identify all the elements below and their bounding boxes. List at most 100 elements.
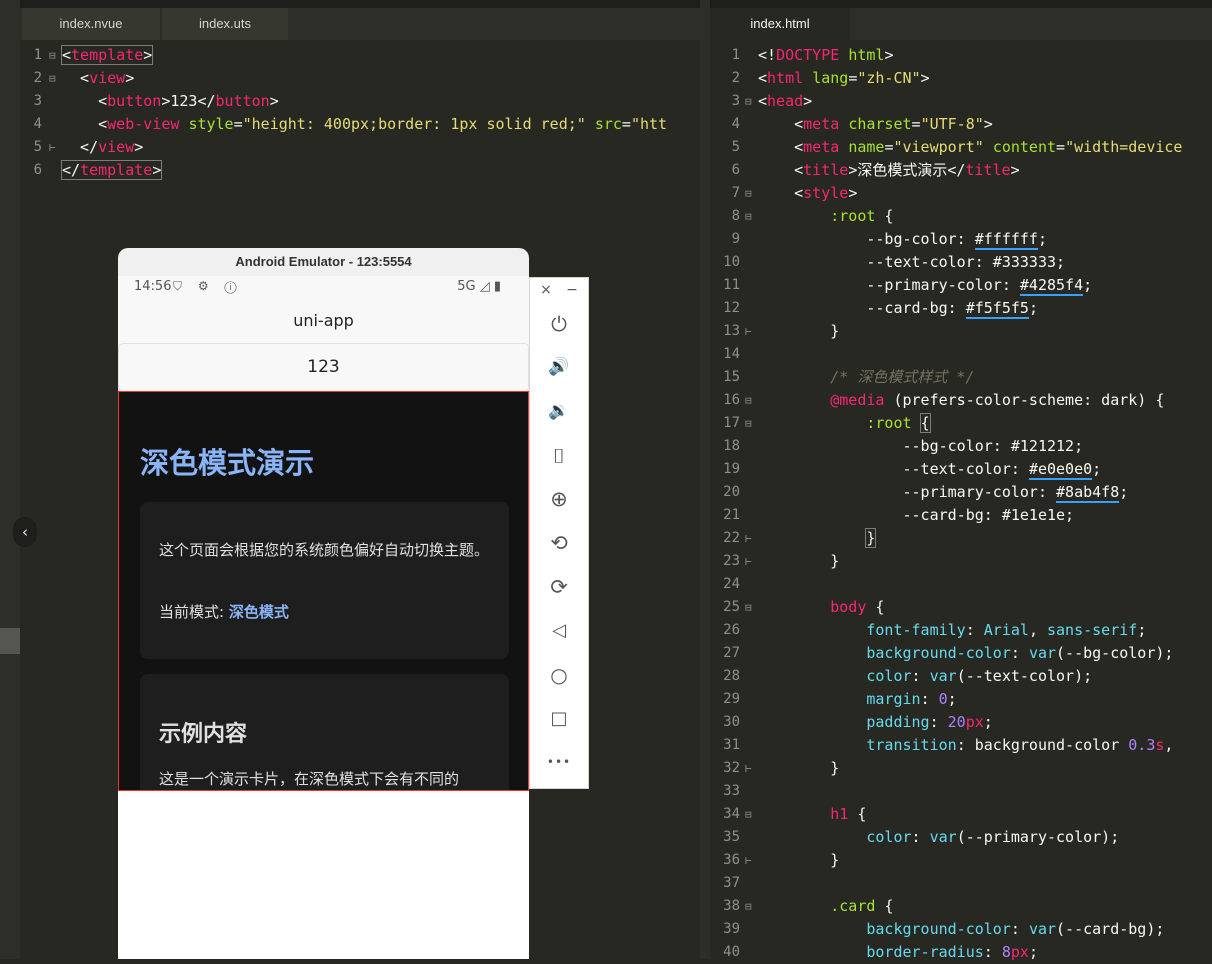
code-line[interactable]: 27 background-color: var(--bg-color); <box>710 642 1212 665</box>
code-line[interactable]: 36 ⊢ } <box>710 849 1212 872</box>
fold-toggle-icon[interactable]: ⊟ <box>49 44 56 67</box>
volume-up-icon[interactable]: 🔊 <box>530 357 588 377</box>
code-line[interactable]: 21 --card-bg: #1e1e1e; <box>710 504 1212 527</box>
line-number: 4 <box>731 116 740 132</box>
code-line[interactable]: 37 <box>710 872 1212 895</box>
fold-toggle-icon[interactable]: ⊢ <box>745 757 752 780</box>
code-text: h1 { <box>830 805 867 823</box>
volume-down-icon[interactable]: 🔉 <box>530 401 588 421</box>
line-number: 24 <box>723 576 740 592</box>
code-line[interactable]: 5 <meta name="viewport" content="width=d… <box>710 136 1212 159</box>
code-text: </view> <box>62 138 144 156</box>
back-icon[interactable]: ◁ <box>530 620 588 641</box>
code-line[interactable]: 29 margin: 0; <box>710 688 1212 711</box>
power-icon[interactable]: ⏻ <box>530 312 588 336</box>
fold-toggle-icon[interactable]: ⊟ <box>745 803 752 826</box>
code-line[interactable]: 19 --text-color: #e0e0e0; <box>710 458 1212 481</box>
rotate-right-icon[interactable]: ⟳ <box>530 575 588 599</box>
minimize-icon[interactable]: − <box>560 282 584 298</box>
code-line[interactable]: 3 ⊟ <head> <box>710 90 1212 113</box>
code-line[interactable]: 18 --bg-color: #121212; <box>710 435 1212 458</box>
code-line[interactable]: 10 --text-color: #333333; <box>710 251 1212 274</box>
code-line[interactable]: 13 ⊢ } <box>710 320 1212 343</box>
code-line[interactable]: 1 ⊟ <template> <box>20 44 700 67</box>
code-line[interactable]: 35 color: var(--primary-color); <box>710 826 1212 849</box>
code-line[interactable]: 24 <box>710 573 1212 596</box>
code-line[interactable]: 38 ⊟ .card { <box>710 895 1212 918</box>
code-text: body { <box>830 598 885 616</box>
fold-toggle-icon[interactable]: ⊟ <box>745 412 752 435</box>
code-text: <style> <box>758 184 858 202</box>
fold-toggle-icon[interactable]: ⊢ <box>745 320 752 343</box>
code-line[interactable]: 7 ⊟ <style> <box>710 182 1212 205</box>
fold-toggle-icon[interactable]: ⊢ <box>745 527 752 550</box>
fold-toggle-icon[interactable]: ⊟ <box>745 182 752 205</box>
code-line[interactable]: 5 ⊢ </view> <box>20 136 700 159</box>
code-line[interactable]: 6 </template> <box>20 159 700 182</box>
fold-toggle-icon[interactable]: ⊟ <box>49 67 56 90</box>
tab-index-nvue[interactable]: index.nvue <box>22 8 160 40</box>
line-number: 22 <box>723 530 740 546</box>
code-line[interactable]: 6 <title>深色模式演示</title> <box>710 159 1212 182</box>
fold-toggle-icon[interactable]: ⊢ <box>745 849 752 872</box>
rotate-left-icon[interactable]: ⟲ <box>530 531 588 555</box>
code-line[interactable]: 3 <button>123</button> <box>20 90 700 113</box>
code-line[interactable]: 4 <web-view style="height: 400px;border:… <box>20 113 700 136</box>
button-123[interactable]: 123 <box>118 343 529 392</box>
code-line[interactable]: 16 ⊟ @media (prefers-color-scheme: dark) … <box>710 389 1212 412</box>
code-line[interactable]: 33 <box>710 780 1212 803</box>
code-line[interactable]: 23 ⊢ } <box>710 550 1212 573</box>
card-description: 这个页面会根据您的系统颜色偏好自动切换主题。 <box>159 541 490 559</box>
fold-toggle-icon[interactable]: ⊢ <box>49 136 56 159</box>
code-line[interactable]: 26 font-family: Arial, sans-serif; <box>710 619 1212 642</box>
code-text: color: var(--primary-color); <box>866 828 1120 846</box>
code-line[interactable]: 31 transition: background-color 0.3s, <box>710 734 1212 757</box>
code-line[interactable]: 1 <!DOCTYPE html> <box>710 44 1212 67</box>
code-line[interactable]: 30 padding: 20px; <box>710 711 1212 734</box>
left-code-editor[interactable]: 1 ⊟ <template> 2 ⊟ <view> 3 <button>123</butt… <box>20 44 700 182</box>
web-view[interactable]: 深色模式演示 这个页面会根据您的系统颜色偏好自动切换主题。 当前模式: 深色模式… <box>118 391 529 791</box>
code-line[interactable]: 2 <html lang="zh-CN"> <box>710 67 1212 90</box>
code-line[interactable]: 40 border-radius: 8px; <box>710 941 1212 964</box>
fold-toggle-icon[interactable]: ⊟ <box>745 596 752 619</box>
code-line[interactable]: 25 ⊟ body { <box>710 596 1212 619</box>
tab-index-uts[interactable]: index.uts <box>162 8 288 40</box>
code-line[interactable]: 22 ⊢ } <box>710 527 1212 550</box>
line-number: 28 <box>723 668 740 684</box>
close-icon[interactable]: × <box>534 282 558 298</box>
line-number: 12 <box>723 300 740 316</box>
code-line[interactable]: 12 --card-bg: #f5f5f5; <box>710 297 1212 320</box>
line-number: 2 <box>33 70 42 86</box>
code-line[interactable]: 17 ⊟ :root { <box>710 412 1212 435</box>
code-line[interactable]: 15 /* 深色模式样式 */ <box>710 366 1212 389</box>
code-line[interactable]: 34 ⊟ h1 { <box>710 803 1212 826</box>
code-line[interactable]: 32 ⊢ } <box>710 757 1212 780</box>
fold-toggle-icon[interactable]: ⊟ <box>745 90 752 113</box>
more-icon[interactable]: ••• <box>530 755 588 769</box>
code-line[interactable]: 28 color: var(--text-color); <box>710 665 1212 688</box>
zoom-icon[interactable]: ⊕ <box>530 487 588 511</box>
fold-toggle-icon[interactable]: ⊟ <box>745 895 752 918</box>
emulator-title-bar[interactable]: Android Emulator - 123:5554 <box>118 248 529 276</box>
fold-toggle-icon[interactable]: ⊢ <box>745 550 752 573</box>
fold-toggle-icon[interactable]: ⊟ <box>745 389 752 412</box>
overview-icon[interactable]: □ <box>530 708 588 729</box>
code-line[interactable]: 4 <meta charset="UTF-8"> <box>710 113 1212 136</box>
right-code-editor[interactable]: 1 <!DOCTYPE html> 2 <html lang="zh-CN"> 3 ⊟ <h… <box>710 44 1212 964</box>
fold-toggle-icon[interactable]: ⊟ <box>745 205 752 228</box>
code-line[interactable]: 8 ⊟ :root { <box>710 205 1212 228</box>
code-line[interactable]: 2 ⊟ <view> <box>20 67 700 90</box>
code-line[interactable]: 39 background-color: var(--card-bg); <box>710 918 1212 941</box>
code-line[interactable]: 20 --primary-color: #8ab4f8; <box>710 481 1212 504</box>
home-icon[interactable]: ○ <box>530 663 588 687</box>
collapse-sidebar-chevron-icon[interactable]: ‹ <box>13 517 37 547</box>
line-number: 2 <box>731 70 740 86</box>
camera-icon[interactable]: ⌷ <box>530 444 588 468</box>
pane-divider[interactable] <box>700 0 710 959</box>
code-line[interactable]: 14 <box>710 343 1212 366</box>
status-icons: ⛉ ⚙ ⓘ <box>173 279 243 293</box>
code-line[interactable]: 9 --bg-color: #ffffff; <box>710 228 1212 251</box>
code-line[interactable]: 11 --primary-color: #4285f4; <box>710 274 1212 297</box>
emulator-screen[interactable]: 14:56 ⛉ ⚙ ⓘ 5G ◿ ▮ uni-app 123 深色模式演示 这个… <box>118 276 529 959</box>
tab-index-html[interactable]: index.html <box>710 8 850 40</box>
